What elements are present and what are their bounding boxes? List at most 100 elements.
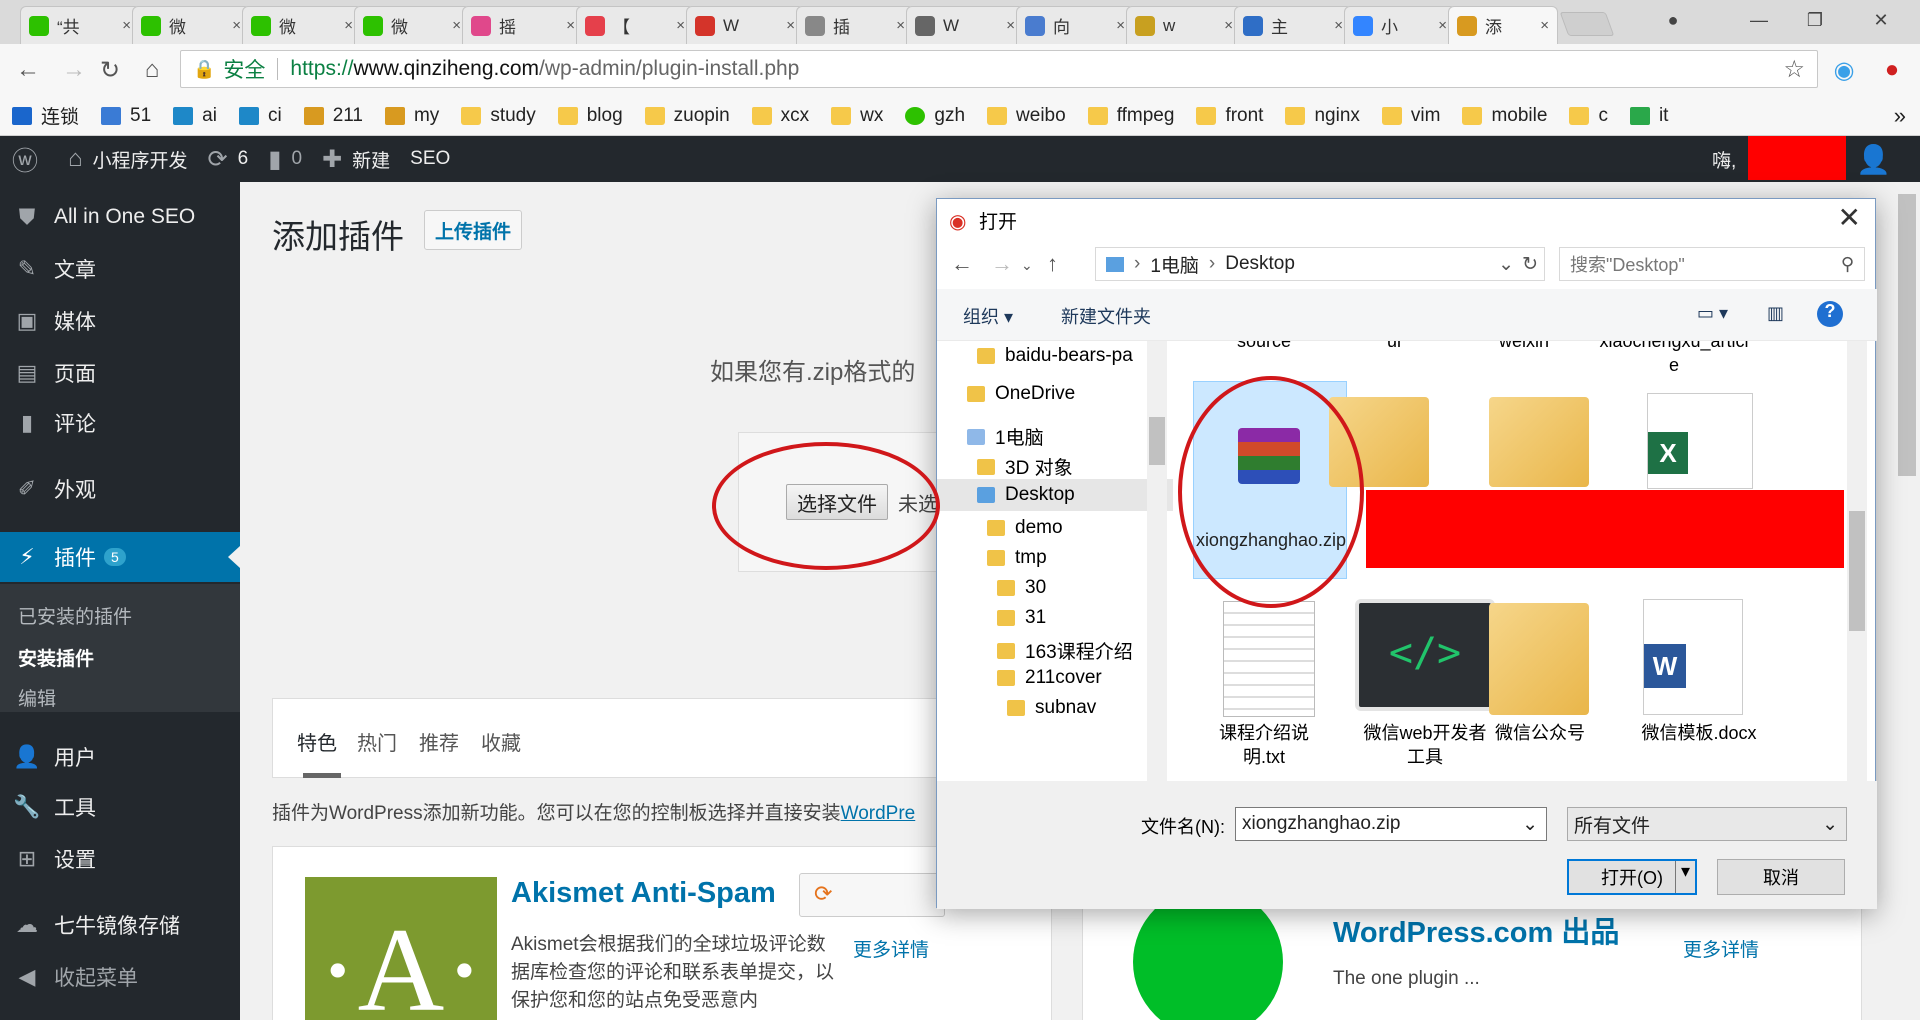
tab-favorites[interactable]: 收藏 xyxy=(481,727,521,756)
tree-item[interactable]: tmp xyxy=(987,547,1047,569)
file-name[interactable]: 微信公众号 xyxy=(1475,721,1605,745)
file-name[interactable]: 课程介绍说明.txt xyxy=(1199,721,1329,769)
chevron-down-icon[interactable]: ▾ xyxy=(1675,861,1695,893)
open-button[interactable]: 打开(O) ▾ xyxy=(1567,859,1697,895)
up-icon[interactable]: ↑ xyxy=(1047,251,1058,277)
home-icon[interactable]: ⌂ xyxy=(136,54,168,86)
bookmark-item[interactable]: zuopin xyxy=(644,105,730,127)
file-list-scrollbar[interactable] xyxy=(1847,341,1867,781)
profile-icon[interactable]: ● xyxy=(1648,0,1698,40)
file-item-partial[interactable]: ui xyxy=(1329,341,1459,353)
avatar[interactable]: 👤 xyxy=(1856,143,1901,176)
scrollbar-thumb[interactable] xyxy=(1149,417,1165,465)
site-name-link[interactable]: ⌂ 小程序开发 xyxy=(68,145,188,173)
browser-tab[interactable]: 向 × xyxy=(1016,6,1134,44)
bookmark-item[interactable]: weibo xyxy=(987,105,1066,127)
tab-recommended[interactable]: 推荐 xyxy=(419,727,459,756)
bookmarks-more[interactable]: » xyxy=(1894,103,1906,129)
minimize-icon[interactable]: — xyxy=(1734,0,1784,40)
bookmark-item[interactable]: 连锁 xyxy=(12,102,79,129)
refresh-icon[interactable]: ↻ xyxy=(1522,253,1538,276)
sidebar-item-tools[interactable]: 🔧 工具 xyxy=(0,782,240,832)
scrollbar-thumb[interactable] xyxy=(1898,194,1916,476)
bookmark-item[interactable]: front xyxy=(1196,105,1263,127)
submenu-installed-plugins[interactable]: 已安装的插件 xyxy=(18,602,132,629)
bookmark-item[interactable]: study xyxy=(461,105,536,127)
sidebar-item-pages[interactable]: ▤ 页面 xyxy=(0,348,240,398)
browser-tab[interactable]: w × xyxy=(1126,6,1242,44)
address-bar[interactable]: 🔒 安全 https:// www.qinziheng.com /wp-admi… xyxy=(180,50,1818,88)
tree-item[interactable]: baidu-bears-pa xyxy=(977,345,1133,367)
file-name[interactable]: 微信模板.docx xyxy=(1619,721,1779,745)
collapse-menu-button[interactable]: ◀ 收起菜单 xyxy=(0,952,240,1002)
browser-tab[interactable]: W × xyxy=(906,6,1024,44)
file-item-partial[interactable]: weixin xyxy=(1459,341,1589,353)
back-icon[interactable]: ← xyxy=(12,54,44,86)
tab-close-icon[interactable]: × xyxy=(1224,17,1233,34)
browser-tab[interactable]: “共 × xyxy=(20,6,140,44)
tree-item[interactable]: 163课程介绍 xyxy=(997,637,1133,664)
window-close-icon[interactable]: ✕ xyxy=(1856,0,1906,40)
bookmark-item[interactable]: nginx xyxy=(1285,105,1360,127)
cancel-button[interactable]: 取消 xyxy=(1717,859,1845,895)
tab-close-icon[interactable]: × xyxy=(1006,17,1015,34)
sidebar-item-media[interactable]: ▣ 媒体 xyxy=(0,296,240,346)
new-content-link[interactable]: ✚ 新建 xyxy=(322,145,390,174)
organize-button[interactable]: 组织 ▾ xyxy=(963,303,1013,329)
file-name[interactable]: 微信web开发者工具 xyxy=(1355,721,1495,769)
extension-icon[interactable]: ◉ xyxy=(1828,54,1860,86)
browser-tab[interactable]: 小 × xyxy=(1344,6,1456,44)
file-item-partial[interactable]: source xyxy=(1199,341,1329,353)
word-file-icon[interactable]: W xyxy=(1643,599,1743,715)
sidebar-item-appearance[interactable]: ✐ 外观 xyxy=(0,464,240,514)
folder-icon[interactable] xyxy=(1489,603,1589,715)
new-tab-button[interactable] xyxy=(1559,12,1615,36)
forward-icon[interactable]: → xyxy=(58,54,90,86)
more-details-link[interactable]: 更多详情 xyxy=(1683,935,1759,962)
upload-plugin-button[interactable]: 上传插件 xyxy=(424,210,523,250)
tab-close-icon[interactable]: × xyxy=(122,17,131,34)
sidebar-item-comments[interactable]: ▮ 评论 xyxy=(0,398,240,448)
dialog-address-bar[interactable]: › 1电脑 › Desktop ⌄ ↻ xyxy=(1095,247,1545,281)
seo-link[interactable]: SEO xyxy=(410,148,450,170)
browser-tab[interactable]: W × xyxy=(686,6,804,44)
browser-tab[interactable]: 摇 × xyxy=(462,6,584,44)
more-details-link[interactable]: 更多详情 xyxy=(853,935,929,962)
wordpress-directory-link[interactable]: WordPre xyxy=(841,803,916,824)
tab-close-icon[interactable]: × xyxy=(344,17,353,34)
tab-close-icon[interactable]: × xyxy=(452,17,461,34)
plugin-title[interactable]: Akismet Anti-Spam xyxy=(511,877,776,910)
tree-item[interactable]: OneDrive xyxy=(967,383,1075,405)
tab-close-icon[interactable]: × xyxy=(786,17,795,34)
wechat-devtools-icon[interactable]: </> xyxy=(1355,599,1495,711)
folder-icon[interactable] xyxy=(1489,397,1589,487)
view-options-icon[interactable]: ▭ ▾ xyxy=(1697,303,1728,324)
tab-close-icon[interactable]: × xyxy=(1334,17,1343,34)
bookmark-item[interactable]: 211 xyxy=(303,105,363,127)
page-scrollbar[interactable] xyxy=(1896,190,1918,1020)
help-icon[interactable]: ? xyxy=(1817,301,1843,327)
sidebar-item-settings[interactable]: ⊞ 设置 xyxy=(0,834,240,884)
bookmark-item[interactable]: ffmpeg xyxy=(1087,105,1174,127)
tab-close-icon[interactable]: × xyxy=(676,17,685,34)
dialog-close-icon[interactable]: ✕ xyxy=(1838,201,1861,234)
chevron-down-icon[interactable]: ⌄ xyxy=(1522,813,1538,836)
tree-item-selected[interactable]: Desktop xyxy=(937,479,1173,511)
browser-tab[interactable]: 插 × xyxy=(796,6,914,44)
tab-featured[interactable]: 特色 xyxy=(297,727,337,756)
chevron-down-icon[interactable]: ⌄ xyxy=(1498,253,1514,276)
akismet-logo[interactable]: ·A· xyxy=(305,877,497,1020)
dialog-search-input[interactable]: 搜索"Desktop" ⚲ xyxy=(1559,247,1865,281)
restore-icon[interactable]: ❐ xyxy=(1790,0,1840,40)
install-now-button[interactable]: ⟳ xyxy=(799,873,945,917)
chevron-down-icon[interactable]: ⌄ xyxy=(1021,257,1033,274)
sidebar-item-plugins[interactable]: ⚡ 插件 5 xyxy=(0,532,240,582)
tree-item[interactable]: 31 xyxy=(997,607,1046,629)
path-segment[interactable]: Desktop xyxy=(1225,253,1295,275)
bookmark-star-icon[interactable]: ☆ xyxy=(1783,55,1805,84)
excel-file-icon[interactable]: X xyxy=(1647,393,1753,489)
choose-file-button[interactable]: 选择文件 xyxy=(786,484,888,520)
bookmark-item[interactable]: blog xyxy=(557,105,623,127)
tree-item[interactable]: 3D 对象 xyxy=(977,453,1073,480)
bookmark-item[interactable]: mobile xyxy=(1462,105,1547,127)
